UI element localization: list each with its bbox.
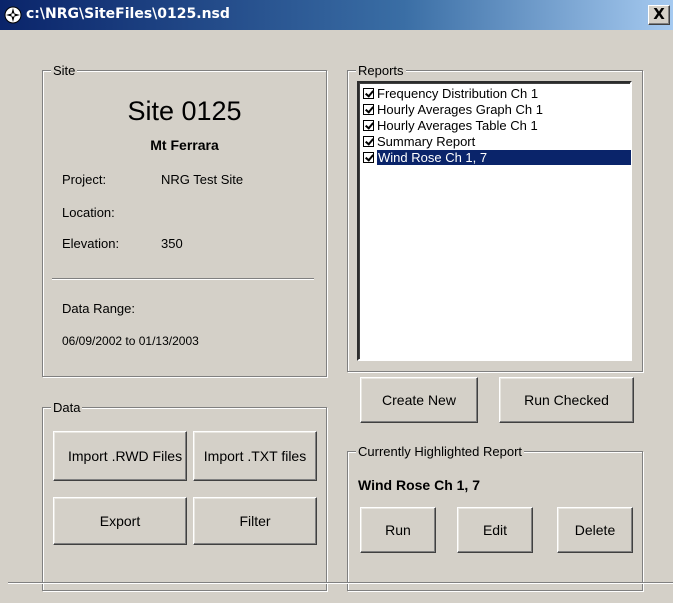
- checkbox[interactable]: [363, 87, 374, 99]
- checkbox[interactable]: [363, 135, 374, 147]
- elevation-label: Elevation:: [62, 236, 120, 251]
- report-item-label: Hourly Averages Table Ch 1: [377, 117, 538, 133]
- report-item-label: Hourly Averages Graph Ch 1: [377, 101, 543, 117]
- list-item[interactable]: Hourly Averages Table Ch 1: [363, 117, 538, 133]
- filter-button[interactable]: Filter: [193, 497, 317, 545]
- edit-button[interactable]: Edit: [457, 507, 533, 553]
- site-heading: Site 0125: [127, 96, 242, 126]
- create-new-button[interactable]: Create New: [360, 377, 478, 423]
- delete-button[interactable]: Delete: [557, 507, 633, 553]
- report-item-label: Summary Report: [377, 133, 476, 149]
- import-rwd-button[interactable]: Import .RWD Files: [53, 431, 187, 481]
- site-subheading: Mt Ferrara: [150, 137, 219, 153]
- close-button[interactable]: X: [648, 5, 670, 25]
- list-item[interactable]: Summary Report: [363, 133, 475, 149]
- checkbox[interactable]: [363, 151, 374, 163]
- list-item[interactable]: Frequency Distribution Ch 1: [363, 85, 538, 101]
- data-range-label: Data Range:: [62, 301, 135, 316]
- highlighted-report-legend: Currently Highlighted Report: [356, 444, 525, 459]
- checkbox[interactable]: [363, 119, 374, 131]
- export-button[interactable]: Export: [53, 497, 187, 545]
- main-window: Site Site 0125 Mt Ferrara Project: NRG T…: [0, 30, 673, 603]
- data-group-legend: Data: [51, 400, 83, 415]
- import-txt-button[interactable]: Import .TXT files: [193, 431, 317, 481]
- app-icon: [4, 6, 22, 24]
- run-button[interactable]: Run: [360, 507, 436, 553]
- checkbox[interactable]: [363, 103, 374, 115]
- run-checked-button[interactable]: Run Checked: [499, 377, 634, 423]
- status-bar: [8, 582, 673, 603]
- reports-group-legend: Reports: [356, 63, 406, 78]
- reports-listbox[interactable]: Frequency Distribution Ch 1 Hourly Avera…: [357, 81, 632, 361]
- site-divider: [52, 278, 314, 280]
- list-item-selected[interactable]: Wind Rose Ch 1, 7: [363, 149, 631, 165]
- report-item-label: Frequency Distribution Ch 1: [377, 85, 539, 101]
- elevation-value: 350: [161, 236, 183, 251]
- list-item[interactable]: Hourly Averages Graph Ch 1: [363, 101, 543, 117]
- window-title: c:\NRG\SiteFiles\0125.nsd: [26, 6, 230, 22]
- project-value: NRG Test Site: [161, 172, 244, 187]
- data-group: Data: [42, 400, 327, 591]
- site-group-legend: Site: [51, 63, 78, 78]
- highlighted-report-name: Wind Rose Ch 1, 7: [358, 477, 481, 493]
- project-label: Project:: [62, 172, 107, 187]
- report-item-label: Wind Rose Ch 1, 7: [377, 149, 631, 165]
- location-label: Location:: [62, 205, 115, 220]
- title-bar: c:\NRG\SiteFiles\0125.nsd X: [0, 0, 673, 30]
- data-range-value: 06/09/2002 to 01/13/2003: [62, 334, 199, 348]
